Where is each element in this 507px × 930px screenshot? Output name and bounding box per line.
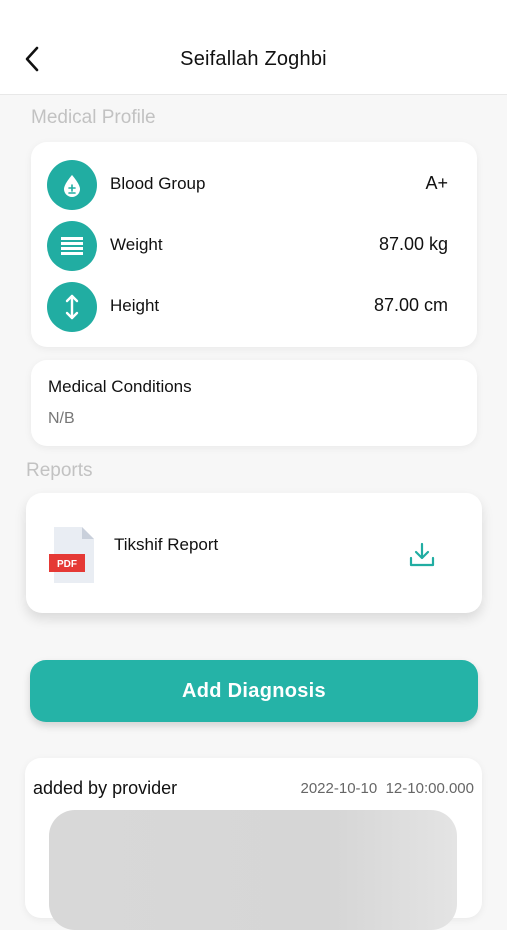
medical-conditions-value: N/B <box>48 410 75 427</box>
top-bar: Seifallah Zoghbi <box>0 0 507 95</box>
medical-profile-card: Blood Group A+ Weight 87.00 kg Height 87… <box>31 142 477 347</box>
height-row: Height 87.00 cm <box>31 280 477 332</box>
download-icon <box>409 542 435 567</box>
blood-group-label: Blood Group <box>110 174 206 193</box>
diagnosis-date: 2022-10-10 <box>300 780 378 797</box>
height-arrows-icon <box>47 282 97 332</box>
download-button[interactable] <box>400 533 444 577</box>
weight-value: 87.00 kg <box>378 234 448 254</box>
diagnosis-time: 12-10:00.000 <box>385 780 474 797</box>
weight-label: Weight <box>110 235 163 254</box>
add-diagnosis-button[interactable]: Add Diagnosis <box>30 660 478 722</box>
height-label: Height <box>110 296 160 315</box>
diagnosis-timestamp: 2022-10-10 12-10:00.000 <box>301 780 475 797</box>
diagnosis-author: added by provider <box>33 778 178 798</box>
reports-heading: Reports <box>26 460 93 481</box>
diagnosis-image[interactable] <box>49 810 457 930</box>
weight-row: Weight 87.00 kg <box>31 219 477 271</box>
report-item[interactable]: PDF Tikshif Report <box>26 493 482 613</box>
height-value: 87.00 cm <box>373 295 448 315</box>
weight-lines-icon <box>47 221 97 271</box>
pdf-file-icon: PDF <box>48 526 98 584</box>
page-title: Seifallah Zoghbi <box>180 48 327 70</box>
report-name: Tikshif Report <box>114 535 219 554</box>
diagnosis-card: added by provider 2022-10-10 12-10:00.00… <box>25 758 482 930</box>
blood-drop-icon <box>47 160 97 210</box>
medical-conditions-card: Medical Conditions N/B <box>31 360 477 446</box>
blood-group-value: A+ <box>425 173 448 193</box>
medical-profile-heading: Medical Profile <box>31 107 156 128</box>
medical-conditions-title: Medical Conditions <box>48 377 192 396</box>
pdf-badge-text: PDF <box>57 559 77 570</box>
blood-group-row: Blood Group A+ <box>31 158 477 210</box>
